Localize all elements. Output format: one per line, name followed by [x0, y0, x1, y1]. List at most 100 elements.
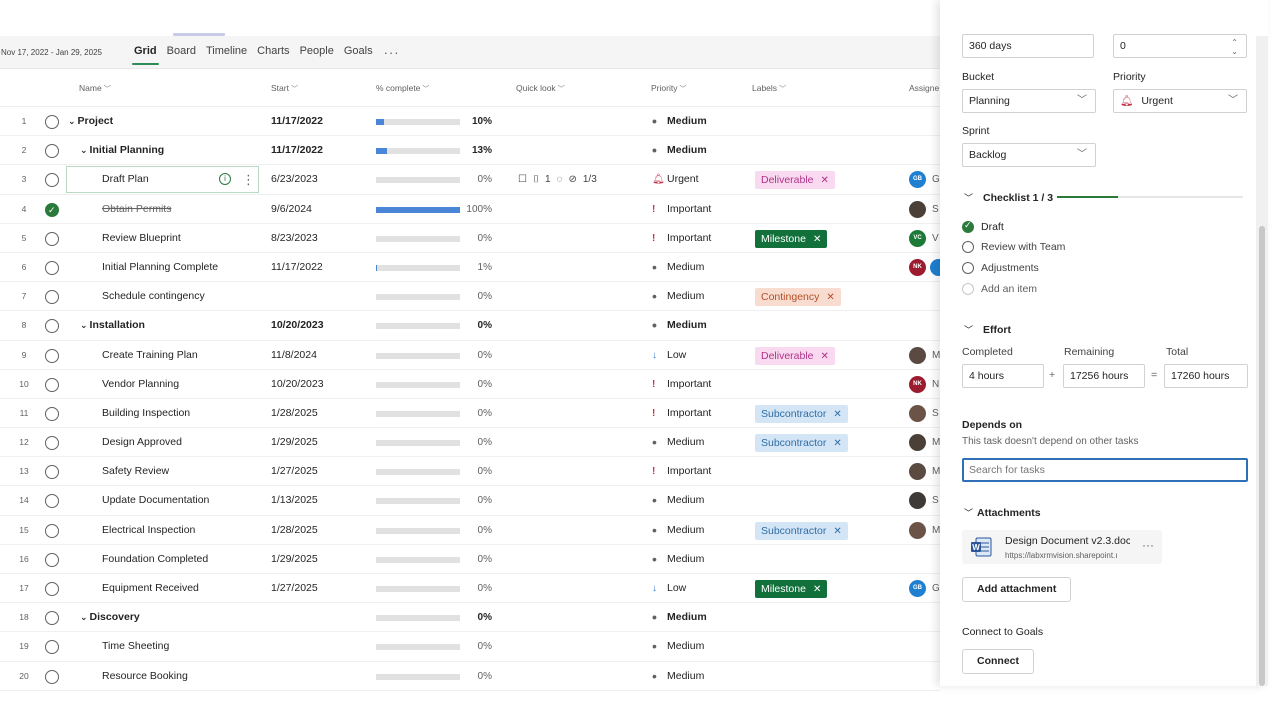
task-name[interactable]: Design Approved: [102, 428, 182, 457]
priority[interactable]: • Medium: [652, 486, 704, 515]
start-date[interactable]: 1/29/2025: [271, 428, 318, 457]
avatar[interactable]: GB: [909, 580, 926, 597]
priority[interactable]: • Medium: [652, 107, 707, 136]
priority[interactable]: • Medium: [652, 136, 707, 165]
priority[interactable]: ↓ Low: [652, 341, 686, 370]
add-attachment-button[interactable]: Add attachment: [962, 577, 1072, 602]
complete-toggle[interactable]: [45, 406, 59, 421]
panel-scrollbar[interactable]: [1256, 36, 1268, 686]
tab-goals[interactable]: Goals: [339, 36, 378, 69]
tab-board[interactable]: Board: [162, 36, 201, 69]
priority[interactable]: • Medium: [652, 603, 707, 632]
complete-toggle[interactable]: [45, 231, 59, 246]
priority[interactable]: ! Important: [652, 224, 711, 253]
tab-timeline[interactable]: Timeline: [201, 36, 252, 69]
column-header-complete[interactable]: % complete ﹀: [376, 83, 429, 94]
task-name[interactable]: Review Blueprint: [102, 224, 181, 253]
remove-label-icon[interactable]: ✕: [821, 351, 829, 362]
chevron-down-icon[interactable]: ⌄: [80, 612, 88, 622]
label-tag[interactable]: Subcontractor ✕: [755, 404, 848, 423]
table-row[interactable]: 1 ⌄ Project 11/17/2022 10% • Medium: [0, 107, 940, 137]
effort-title[interactable]: Effort: [983, 324, 1011, 336]
priority[interactable]: ! Important: [652, 195, 711, 224]
avatar[interactable]: GB: [909, 171, 926, 189]
avatar-photo[interactable]: [909, 492, 926, 510]
priority[interactable]: ! Important: [652, 457, 711, 486]
chevron-down-icon[interactable]: ⌄: [80, 145, 88, 155]
stepper-arrows-icon[interactable]: ⌃ ⌄: [1231, 38, 1238, 56]
table-row[interactable]: 8 ⌄ Installation 10/20/2023 0% • Medium: [0, 311, 940, 341]
start-date[interactable]: 1/27/2025: [271, 457, 318, 486]
start-date[interactable]: 1/29/2025: [271, 545, 318, 574]
group-name[interactable]: ⌄ Initial Planning: [80, 136, 164, 165]
remove-label-icon[interactable]: ✕: [833, 409, 841, 420]
connect-button[interactable]: Connect: [962, 649, 1034, 674]
remove-label-icon[interactable]: ✕: [821, 175, 829, 186]
chevron-down-icon[interactable]: ﹀: [964, 191, 973, 204]
table-row[interactable]: 13 Safety Review 1/27/2025 0%! Important M: [0, 457, 940, 487]
checklist-item-adjustments[interactable]: Adjustments: [981, 262, 1039, 274]
attachment-more-button[interactable]: ···: [1142, 538, 1154, 552]
table-row[interactable]: 16 Foundation Completed 1/29/2025 0% • Medium: [0, 545, 940, 574]
table-row[interactable]: 12 Design Approved 1/29/2025 0% • Medium Subco…: [0, 428, 940, 458]
chevron-down-icon[interactable]: ﹀: [964, 323, 973, 336]
label-tag[interactable]: Contingency ✕: [755, 288, 841, 307]
complete-toggle[interactable]: [45, 669, 59, 684]
remove-label-icon[interactable]: ✕: [813, 234, 821, 245]
complete-toggle[interactable]: [45, 582, 59, 596]
panel-scrollbar-thumb[interactable]: [1259, 226, 1265, 686]
task-name[interactable]: Initial Planning Complete: [102, 253, 218, 282]
group-name[interactable]: ⌄ Installation: [80, 311, 145, 340]
table-row[interactable]: 2 ⌄ Initial Planning 11/17/2022 13% • Medium: [0, 136, 940, 166]
column-header-priority[interactable]: Priority ﹀: [651, 83, 686, 94]
tab-charts[interactable]: Charts: [252, 36, 294, 69]
table-row[interactable]: 10 Vendor Planning 10/20/2023 0% ! Important N…: [0, 370, 940, 399]
start-date[interactable]: 11/17/2022: [271, 107, 323, 136]
task-name[interactable]: Obtain Permits: [102, 195, 171, 224]
priority-dropdown[interactable]: 🔔︎ Urgent ﹀: [1113, 89, 1247, 113]
avatar-photo[interactable]: [909, 463, 926, 481]
start-date[interactable]: 10/20/2023: [271, 370, 324, 399]
task-name[interactable]: Vendor Planning: [102, 370, 179, 399]
avatar[interactable]: VC: [909, 229, 926, 247]
quick-look[interactable]: ☐ ⌷ 1 ◌ ⊘ 1/3: [518, 165, 597, 194]
table-row[interactable]: 5 Review Blueprint 8/23/2023 0% ! Important Mi…: [0, 224, 940, 253]
checklist-title[interactable]: Checklist 1 / 3: [983, 192, 1053, 204]
start-date[interactable]: 6/23/2023: [271, 165, 318, 194]
complete-toggle[interactable]: [45, 144, 59, 159]
task-name[interactable]: Time Sheeting: [102, 632, 169, 661]
complete-toggle[interactable]: [45, 115, 59, 129]
attachments-title[interactable]: Attachments: [977, 507, 1041, 519]
task-name[interactable]: Schedule contingency: [102, 282, 205, 311]
group-name[interactable]: ⌄ Project: [68, 107, 113, 136]
label-tag[interactable]: Deliverable ✕: [755, 346, 835, 365]
avatar[interactable]: NK: [909, 258, 926, 276]
complete-toggle[interactable]: [45, 494, 59, 509]
table-row[interactable]: 9 Create Training Plan 11/8/2024 0% ↓ Low Deli…: [0, 341, 940, 370]
remove-label-icon[interactable]: ✕: [826, 292, 834, 303]
task-name[interactable]: Equipment Received: [102, 574, 199, 603]
start-date[interactable]: 11/17/2022: [271, 136, 323, 165]
task-name[interactable]: Draft Plan: [102, 165, 149, 194]
priority[interactable]: 🔔︎ Urgent: [652, 165, 699, 194]
more-views-button[interactable]: ···: [378, 45, 406, 60]
complete-toggle[interactable]: [45, 319, 59, 334]
complete-toggle[interactable]: [45, 465, 59, 480]
start-date[interactable]: 11/8/2024: [271, 341, 317, 370]
number-stepper[interactable]: 0 ⌃ ⌄: [1113, 34, 1247, 58]
date-range[interactable]: Nov 17, 2022 - Jan 29, 2025: [1, 48, 129, 57]
group-name[interactable]: ⌄ Discovery: [80, 603, 140, 632]
table-row[interactable]: 6 Initial Planning Complete 11/17/2022 1% • M…: [0, 253, 947, 283]
complete-toggle[interactable]: [45, 290, 59, 305]
column-header-labels[interactable]: Labels ﹀: [752, 83, 786, 94]
task-name[interactable]: Safety Review: [102, 457, 169, 486]
complete-toggle[interactable]: [45, 611, 59, 626]
start-date[interactable]: 1/28/2025: [271, 516, 318, 545]
start-date[interactable]: 9/6/2024: [271, 195, 312, 224]
table-row[interactable]: 3 i ⋮ Draft Plan 6/23/2023 0% ☐ ⌷ 1 ◌ ⊘ 1/3 🔔︎ Urgent…: [0, 165, 940, 195]
priority[interactable]: • Medium: [652, 632, 704, 661]
table-row[interactable]: 14 Update Documentation 1/13/2025 0% • Medium…: [0, 486, 940, 516]
priority[interactable]: • Medium: [652, 516, 704, 545]
sprint-dropdown[interactable]: Backlog ﹀: [962, 143, 1096, 167]
task-name[interactable]: Update Documentation: [102, 486, 209, 515]
